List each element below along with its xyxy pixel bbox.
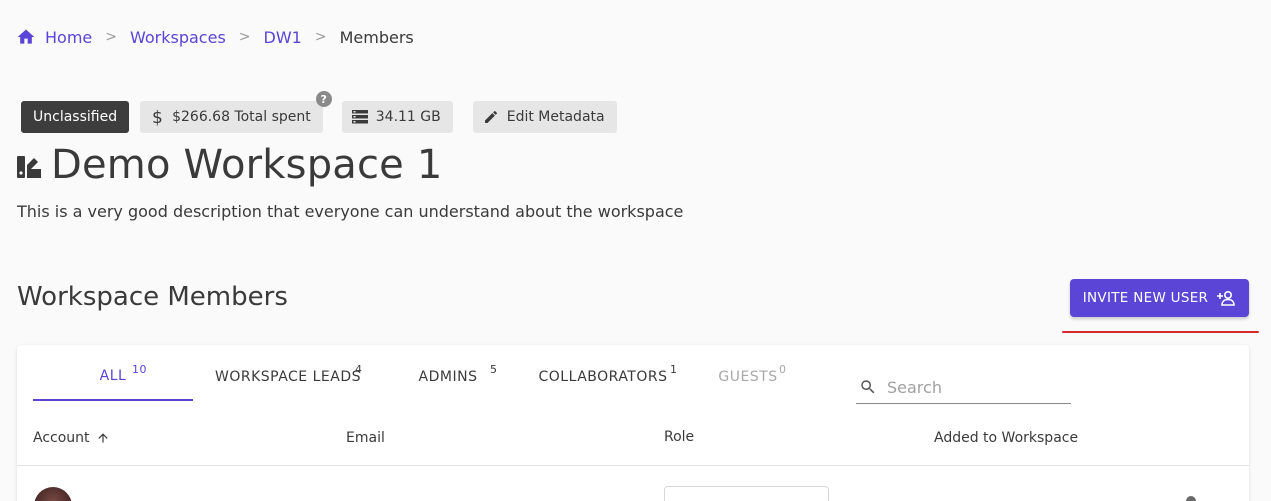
search-icon <box>859 378 877 396</box>
breadcrumb: Home > Workspaces > DW1 > Members <box>16 26 414 48</box>
svg-text:$: $ <box>152 108 163 126</box>
storage-chip: 34.11 GB <box>341 101 453 133</box>
classification-chip: Unclassified <box>21 101 130 133</box>
workspace-chips: Unclassified $ $266.68 Total spent ? 34.… <box>21 91 617 133</box>
page: Home > Workspaces > DW1 > Members Unclas… <box>0 0 1271 501</box>
breadcrumb-home[interactable]: Home <box>45 28 92 47</box>
breadcrumb-separator: > <box>314 29 327 45</box>
column-role[interactable]: Role <box>664 429 694 445</box>
tab-count: 0 <box>779 363 787 376</box>
tab-count: 5 <box>490 363 498 376</box>
tab-guests: GUESTS 0 <box>693 345 803 401</box>
home-icon[interactable] <box>16 27 36 47</box>
breadcrumb-workspaces[interactable]: Workspaces <box>130 28 226 47</box>
role-select[interactable] <box>664 486 829 501</box>
column-role-label: Role <box>664 429 695 445</box>
breadcrumb-separator: > <box>238 29 251 45</box>
person-add-icon <box>1216 290 1236 306</box>
invite-new-user-button[interactable]: INVITE NEW USER <box>1070 279 1249 317</box>
spent-label: $266.68 Total spent <box>172 109 311 125</box>
tab-label: COLLABORATORS <box>538 369 668 385</box>
row-action-icon[interactable] <box>1186 496 1196 501</box>
tab-admins[interactable]: ADMINS 5 <box>383 345 513 401</box>
workspace-header: Demo Workspace 1 <box>16 142 443 188</box>
edit-icon <box>483 109 499 125</box>
member-tabs: ALL 10 WORKSPACE LEADS 4 ADMINS 5 COLLAB… <box>33 345 803 401</box>
tab-all[interactable]: ALL 10 <box>33 345 193 401</box>
breadcrumb-current: Members <box>339 27 414 47</box>
search-input[interactable] <box>887 377 1057 397</box>
table-header: Account Email Role Added to Workspace <box>17 423 1249 466</box>
column-account[interactable]: Account <box>33 430 110 446</box>
member-search <box>856 371 1071 404</box>
storage-label: 34.11 GB <box>375 109 441 125</box>
storage-icon <box>351 110 368 124</box>
tab-label: WORKSPACE LEADS <box>215 369 361 385</box>
tab-label: ALL <box>99 368 127 384</box>
tab-workspace-leads[interactable]: WORKSPACE LEADS 4 <box>193 345 383 401</box>
members-heading: Workspace Members <box>17 282 288 312</box>
breadcrumb-separator: > <box>105 29 117 45</box>
tab-count: 4 <box>355 363 363 376</box>
spent-chip: $ $266.68 Total spent ? <box>140 91 332 133</box>
tab-label: ADMINS <box>418 369 478 385</box>
tab-label: GUESTS <box>718 369 778 385</box>
breadcrumb-workspace[interactable]: DW1 <box>264 28 302 47</box>
dollar-icon: $ <box>150 108 164 126</box>
help-icon[interactable]: ? <box>315 91 332 107</box>
edit-metadata-label: Edit Metadata <box>506 109 605 125</box>
column-added[interactable]: Added to Workspace <box>934 430 1078 446</box>
invite-label: INVITE NEW USER <box>1082 290 1209 306</box>
workspace-description: This is a very good description that eve… <box>17 202 684 221</box>
tab-collaborators[interactable]: COLLABORATORS 1 <box>513 345 693 401</box>
page-title: Demo Workspace 1 <box>51 142 443 188</box>
members-card: ALL 10 WORKSPACE LEADS 4 ADMINS 5 COLLAB… <box>17 345 1249 501</box>
workspace-icon <box>16 153 42 183</box>
column-email-label: Email <box>346 430 385 446</box>
column-email[interactable]: Email <box>346 430 385 446</box>
invite-button-underline <box>1062 331 1259 333</box>
tab-count: 1 <box>670 363 678 376</box>
column-added-label: Added to Workspace <box>934 430 1079 446</box>
edit-metadata-button[interactable]: Edit Metadata <box>472 101 617 133</box>
arrow-up-icon <box>96 431 110 445</box>
tab-count: 10 <box>132 363 147 376</box>
column-account-label: Account <box>33 430 90 446</box>
